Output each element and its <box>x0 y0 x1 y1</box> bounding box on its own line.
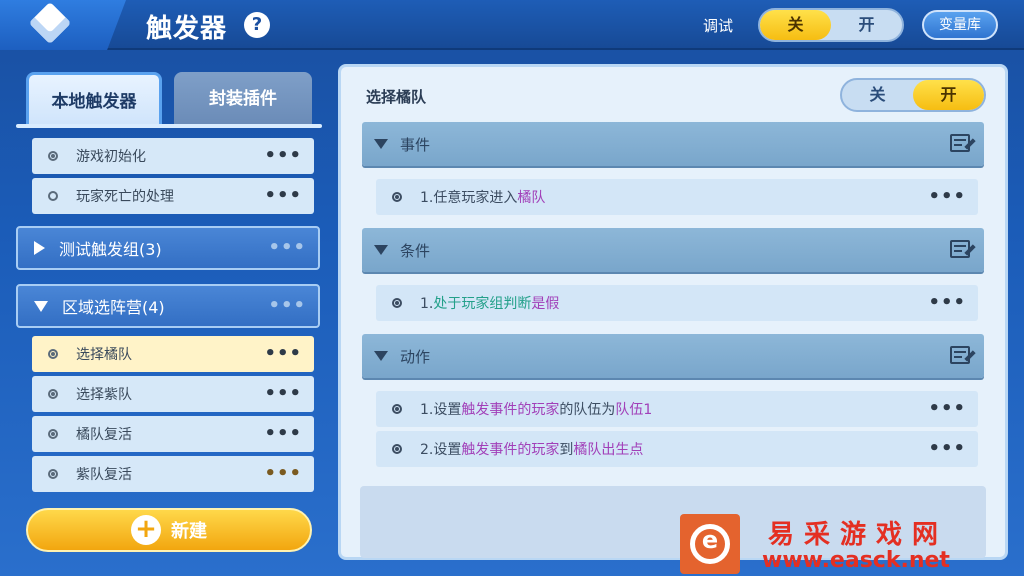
watermark-url: www.easck.net <box>762 548 950 573</box>
event-row-1[interactable]: 1.任意玩家进入橘队 ••• <box>376 179 978 215</box>
more-options-icon[interactable]: ••• <box>264 425 302 443</box>
tab-local-triggers[interactable]: 本地触发器 <box>26 72 162 126</box>
top-bar: 触发器 ? 调试 关 开 变量库 <box>0 0 1024 50</box>
row-text: 1.设置触发事件的玩家的队伍为队伍1 <box>420 402 653 418</box>
expand-arrow-icon <box>34 241 45 255</box>
more-options-icon[interactable]: ••• <box>264 385 302 403</box>
more-options-icon[interactable]: ••• <box>264 187 302 205</box>
trigger-item-select-orange[interactable]: 选择橘队 ••• <box>32 336 314 372</box>
radio-dot-icon <box>48 389 58 399</box>
collapse-arrow-icon <box>374 139 388 149</box>
keyword[interactable]: 触发事件的玩家 <box>461 402 559 418</box>
more-options-icon[interactable]: ••• <box>264 147 302 165</box>
action-section-header[interactable]: 动作 <box>362 334 984 378</box>
trigger-item-label: 选择紫队 <box>76 387 132 403</box>
trigger-item-orange-revive[interactable]: 橘队复活 ••• <box>32 416 314 452</box>
edit-list-icon[interactable] <box>950 134 976 154</box>
app-logo-icon <box>28 1 72 45</box>
collapse-arrow-icon <box>374 351 388 361</box>
back-tile[interactable] <box>0 0 126 50</box>
trigger-on-option[interactable]: 开 <box>913 80 984 110</box>
more-options-icon[interactable]: ••• <box>928 400 966 418</box>
more-options-icon[interactable]: ••• <box>928 188 966 206</box>
page-title: 触发器 <box>146 14 228 44</box>
tab-divider <box>16 124 322 128</box>
plus-icon: + <box>131 515 161 545</box>
keyword[interactable]: 橘队出生点 <box>573 442 643 458</box>
radio-dot-icon <box>392 298 402 308</box>
keyword[interactable]: 是假 <box>531 296 559 312</box>
condition-row-1[interactable]: 1.处于玩家组判断是假 ••• <box>376 285 978 321</box>
debug-off-option[interactable]: 关 <box>760 10 831 40</box>
group-label: 区域选阵营(4) <box>62 298 165 317</box>
variable-library-button[interactable]: 变量库 <box>922 10 998 40</box>
keyword[interactable]: 触发事件的玩家 <box>461 442 559 458</box>
trigger-group-test[interactable]: 测试触发组(3) ••• <box>16 226 320 270</box>
more-options-icon[interactable]: ••• <box>928 440 966 458</box>
section-label: 动作 <box>400 347 431 366</box>
trigger-item-select-purple[interactable]: 选择紫队 ••• <box>32 376 314 412</box>
radio-dot-icon <box>392 404 402 414</box>
radio-dot-icon <box>48 191 58 201</box>
radio-dot-icon <box>392 444 402 454</box>
more-options-icon[interactable]: ••• <box>264 345 302 363</box>
more-options-icon[interactable]: ••• <box>264 465 302 483</box>
row-text: 1.处于玩家组判断是假 <box>420 296 560 312</box>
trigger-item-purple-revive[interactable]: 紫队复活 ••• <box>32 456 314 492</box>
radio-dot-icon <box>48 349 58 359</box>
trigger-item-label: 游戏初始化 <box>76 149 146 165</box>
new-trigger-button[interactable]: + 新建 <box>26 508 312 552</box>
trigger-item-player-death[interactable]: 玩家死亡的处理 ••• <box>32 178 314 214</box>
keyword[interactable]: 橘队 <box>517 190 545 206</box>
detail-title: 选择橘队 <box>366 88 427 106</box>
trigger-item-game-init[interactable]: 游戏初始化 ••• <box>32 138 314 174</box>
trigger-item-label: 玩家死亡的处理 <box>76 189 174 205</box>
radio-dot-icon <box>48 429 58 439</box>
action-row-2[interactable]: 2.设置触发事件的玩家到橘队出生点 ••• <box>376 431 978 467</box>
more-options-icon[interactable]: ••• <box>928 294 966 312</box>
help-icon[interactable]: ? <box>244 12 270 38</box>
event-section-header[interactable]: 事件 <box>362 122 984 166</box>
radio-dot-icon <box>392 192 402 202</box>
action-row-1[interactable]: 1.设置触发事件的玩家的队伍为队伍1 ••• <box>376 391 978 427</box>
trigger-off-option[interactable]: 关 <box>842 80 913 110</box>
row-text: 2.设置触发事件的玩家到橘队出生点 <box>420 442 644 458</box>
watermark-logo-icon: e <box>680 514 740 574</box>
watermark-name: 易采游戏网 <box>768 520 949 550</box>
debug-label: 调试 <box>703 17 734 35</box>
more-options-icon[interactable]: ••• <box>268 239 306 257</box>
trigger-item-label: 橘队复活 <box>76 427 132 443</box>
section-label: 条件 <box>400 241 431 260</box>
trigger-group-area-camp[interactable]: 区域选阵营(4) ••• <box>16 284 320 328</box>
more-options-icon[interactable]: ••• <box>268 297 306 315</box>
collapse-arrow-icon <box>34 300 48 312</box>
keyword[interactable]: 队伍1 <box>615 402 652 418</box>
edit-list-icon[interactable] <box>950 346 976 366</box>
collapse-arrow-icon <box>374 245 388 255</box>
trigger-enable-toggle[interactable]: 关 开 <box>840 78 986 112</box>
trigger-item-label: 选择橘队 <box>76 347 132 363</box>
new-button-label: 新建 <box>171 521 207 542</box>
condition-section-header[interactable]: 条件 <box>362 228 984 272</box>
debug-on-option[interactable]: 开 <box>831 10 902 40</box>
edit-list-icon[interactable] <box>950 240 976 260</box>
keyword[interactable]: 处于玩家组判断 <box>433 296 531 312</box>
section-label: 事件 <box>400 135 431 154</box>
trigger-item-label: 紫队复活 <box>76 467 132 483</box>
radio-dot-icon <box>48 469 58 479</box>
radio-dot-icon <box>48 151 58 161</box>
tab-plugins[interactable]: 封装插件 <box>174 72 312 126</box>
debug-toggle[interactable]: 关 开 <box>758 8 904 42</box>
row-text: 1.任意玩家进入橘队 <box>420 190 546 206</box>
group-label: 测试触发组(3) <box>59 240 162 259</box>
